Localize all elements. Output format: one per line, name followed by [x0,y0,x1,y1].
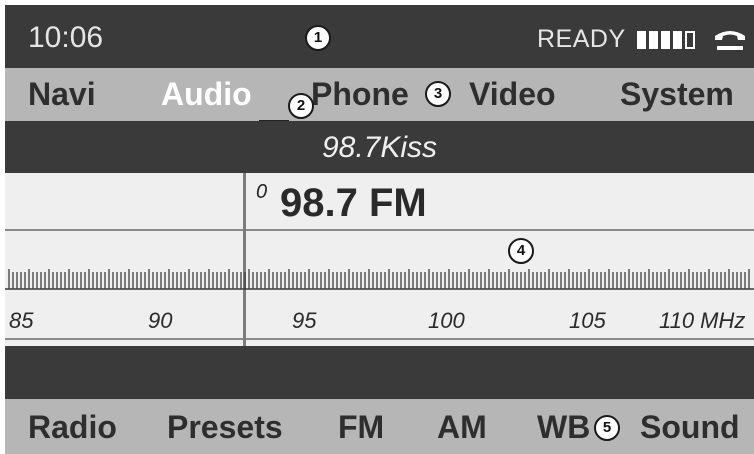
menu-phone[interactable]: Phone [311,76,409,113]
menu-video[interactable]: Video [469,76,556,113]
divider [5,229,754,231]
status-bar: 10:06 READY 1 [5,5,754,68]
station-name-bar: 98.7Kiss [5,121,754,173]
audio-submenu: Radio Presets FM AM WB 5 Sound [5,399,754,454]
scale-label-95: 95 [292,308,317,333]
main-menu: Navi Audio Phone Video System 2 3 [5,68,754,122]
scale-label-110: 110 MHz [659,308,746,333]
callout-2: 2 [288,93,314,119]
scale-label-105: 105 [569,308,606,333]
submenu-fm[interactable]: FM [338,409,384,446]
submenu-sound[interactable]: Sound [640,409,740,446]
submenu-presets[interactable]: Presets [167,409,283,446]
callout-1: 1 [305,25,331,51]
signal-strength-icon [637,31,695,49]
submenu-wb[interactable]: WB [537,409,590,446]
scale-label-100: 100 [428,308,465,333]
callout-4: 4 [508,238,534,264]
ready-status: READY [537,25,626,53]
tuning-needle[interactable] [243,173,246,346]
frequency-display: 98.7 FM [280,181,427,225]
empty-info-bar [5,346,754,399]
submenu-radio[interactable]: Radio [28,409,117,446]
submenu-am[interactable]: AM [437,409,487,446]
scale-label-85: 85 [9,308,34,333]
divider [5,338,754,340]
station-name: 98.7Kiss [321,131,438,164]
menu-system[interactable]: System [620,76,734,113]
frequency-tuner[interactable]: 0 98.7 FM 4 85 90 95 100 105 110 MHz [5,173,754,346]
scale-label-90: 90 [148,308,173,333]
clock: 10:06 [28,21,104,54]
audio-radio-screen: 10:06 READY 1 Navi Audio Phone Video Sys… [5,5,754,454]
menu-navi[interactable]: Navi [28,76,96,113]
callout-5: 5 [594,415,620,441]
menu-audio[interactable]: Audio [161,76,252,113]
frequency-scale [5,269,754,290]
handset-hung-up-icon [715,31,745,50]
callout-3: 3 [425,81,451,107]
preset-marker: 0 [256,181,268,203]
